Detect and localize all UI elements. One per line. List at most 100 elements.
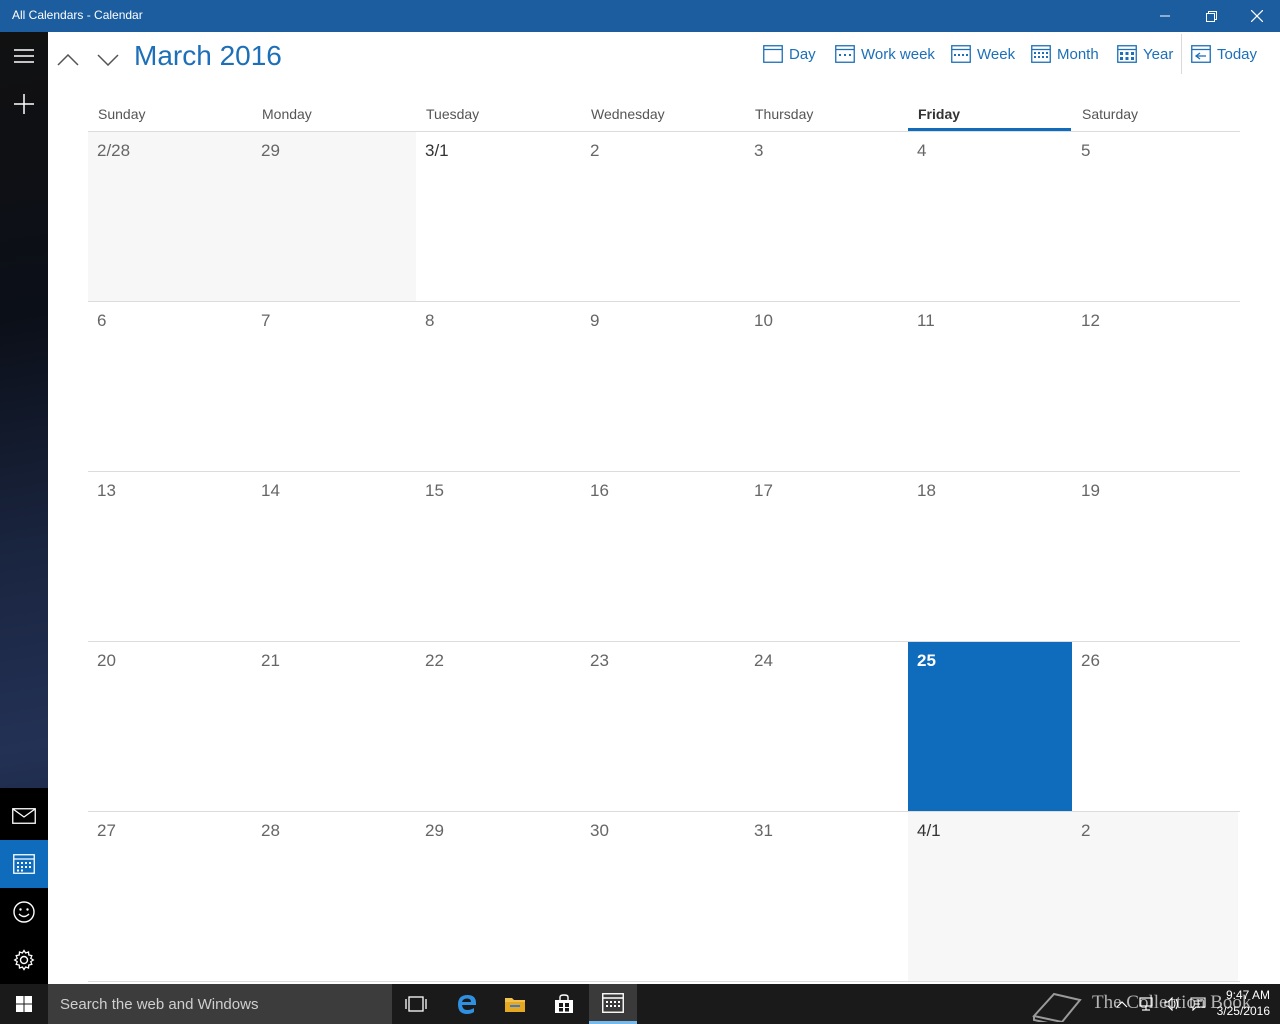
minimize-button[interactable] (1142, 0, 1188, 32)
week-row: 27 28 29 30 31 4/1 2 (88, 812, 1240, 982)
day-cell[interactable]: 5 (1072, 132, 1240, 301)
plus-icon (14, 94, 34, 114)
day-number: 3 (754, 141, 764, 160)
day-cell[interactable]: 9 (581, 302, 745, 471)
next-month-button[interactable] (90, 42, 126, 78)
day-cell[interactable]: 18 (908, 472, 1072, 641)
day-cell[interactable]: 19 (1072, 472, 1240, 641)
day-cell[interactable]: 31 (745, 812, 908, 981)
calendar-taskbar-button[interactable] (589, 984, 637, 1024)
day-cell[interactable]: 29 (416, 812, 581, 981)
week-view-icon (951, 45, 971, 63)
day-cell[interactable]: 3/1 (416, 132, 581, 301)
chevron-up-icon[interactable] (1116, 1000, 1128, 1008)
day-cell[interactable]: 2 (1072, 812, 1238, 981)
day-cell[interactable]: 26 (1072, 642, 1240, 811)
day-cell[interactable]: 28 (252, 812, 416, 981)
calendar-app-button[interactable] (0, 840, 48, 888)
day-number: 5 (1081, 141, 1091, 160)
taskbar-clock[interactable]: 9:47 AM 3/25/2016 (1217, 987, 1270, 1019)
rail-app-switcher (0, 788, 48, 984)
minimize-icon (1160, 15, 1170, 17)
day-number: 21 (261, 651, 280, 670)
view-month-label: Month (1057, 45, 1099, 63)
hamburger-menu-button[interactable] (0, 32, 48, 80)
day-number: 25 (917, 651, 936, 670)
day-cell[interactable]: 30 (581, 812, 745, 981)
action-center-icon[interactable] (1190, 997, 1206, 1011)
day-cell[interactable]: 13 (88, 472, 252, 641)
day-cell[interactable]: 11 (908, 302, 1072, 471)
month-view-icon (1031, 45, 1051, 63)
day-cell[interactable]: 8 (416, 302, 581, 471)
previous-month-button[interactable] (50, 42, 86, 78)
view-week-button[interactable]: Week (951, 42, 1015, 66)
new-event-button[interactable] (0, 80, 48, 128)
store-button[interactable] (540, 984, 588, 1024)
weekday-monday: Monday (262, 106, 312, 122)
day-cell[interactable]: 4/1 (908, 812, 1072, 981)
day-cell[interactable]: 14 (252, 472, 416, 641)
settings-button[interactable] (0, 936, 48, 984)
start-button[interactable] (0, 984, 48, 1024)
day-number: 16 (590, 481, 609, 500)
day-cell[interactable]: 2 (581, 132, 745, 301)
day-number: 31 (754, 821, 773, 840)
day-number: 3/1 (425, 141, 449, 160)
restore-icon (1205, 10, 1217, 22)
feedback-button[interactable] (0, 888, 48, 936)
book-icon (1032, 992, 1082, 1022)
day-number: 2 (1081, 821, 1091, 840)
close-button[interactable] (1234, 0, 1280, 32)
file-explorer-button[interactable] (491, 984, 539, 1024)
day-number: 29 (261, 141, 280, 160)
day-number: 7 (261, 311, 271, 330)
view-month-button[interactable]: Month (1031, 42, 1099, 66)
mail-button[interactable] (0, 792, 48, 840)
weekday-friday: Friday (918, 106, 961, 122)
view-day-button[interactable]: Day (763, 42, 816, 66)
day-cell[interactable]: 3 (745, 132, 908, 301)
restore-button[interactable] (1188, 0, 1234, 32)
day-number: 28 (261, 821, 280, 840)
day-cell[interactable]: 22 (416, 642, 581, 811)
day-cell[interactable]: 23 (581, 642, 745, 811)
view-work-week-label: Work week (861, 45, 935, 63)
day-cell[interactable]: 16 (581, 472, 745, 641)
task-view-button[interactable] (392, 984, 440, 1024)
taskbar-search-box[interactable]: Search the web and Windows (48, 984, 392, 1024)
day-cell[interactable]: 6 (88, 302, 252, 471)
day-cell[interactable]: 7 (252, 302, 416, 471)
day-cell[interactable]: 15 (416, 472, 581, 641)
day-cell[interactable]: 12 (1072, 302, 1240, 471)
day-cell[interactable]: 17 (745, 472, 908, 641)
taskbar: Search the web and Windows The Collectio… (0, 984, 1280, 1024)
year-view-icon (1117, 45, 1137, 63)
day-number: 26 (1081, 651, 1100, 670)
today-button[interactable]: Today (1191, 42, 1257, 66)
windows-logo-icon (16, 996, 32, 1012)
day-number: 2 (590, 141, 600, 160)
day-cell[interactable]: 24 (745, 642, 908, 811)
volume-icon[interactable] (1164, 997, 1180, 1011)
week-row: 20 21 22 23 24 25 26 (88, 642, 1240, 812)
today-day-cell[interactable]: 25 (908, 642, 1072, 811)
day-number: 19 (1081, 481, 1100, 500)
day-number: 8 (425, 311, 435, 330)
day-cell[interactable]: 2/28 (88, 132, 252, 301)
day-number: 13 (97, 481, 116, 500)
day-cell[interactable]: 4 (908, 132, 1072, 301)
network-icon[interactable] (1138, 997, 1154, 1011)
day-number: 22 (425, 651, 444, 670)
today-icon (1191, 45, 1211, 63)
day-number: 18 (917, 481, 936, 500)
day-cell[interactable]: 21 (252, 642, 416, 811)
view-work-week-button[interactable]: Work week (835, 42, 935, 66)
day-number: 4/1 (917, 821, 941, 840)
day-cell[interactable]: 27 (88, 812, 252, 981)
day-cell[interactable]: 29 (252, 132, 416, 301)
edge-browser-button[interactable] (443, 984, 491, 1024)
day-cell[interactable]: 20 (88, 642, 252, 811)
view-year-button[interactable]: Year (1117, 42, 1173, 66)
day-cell[interactable]: 10 (745, 302, 908, 471)
